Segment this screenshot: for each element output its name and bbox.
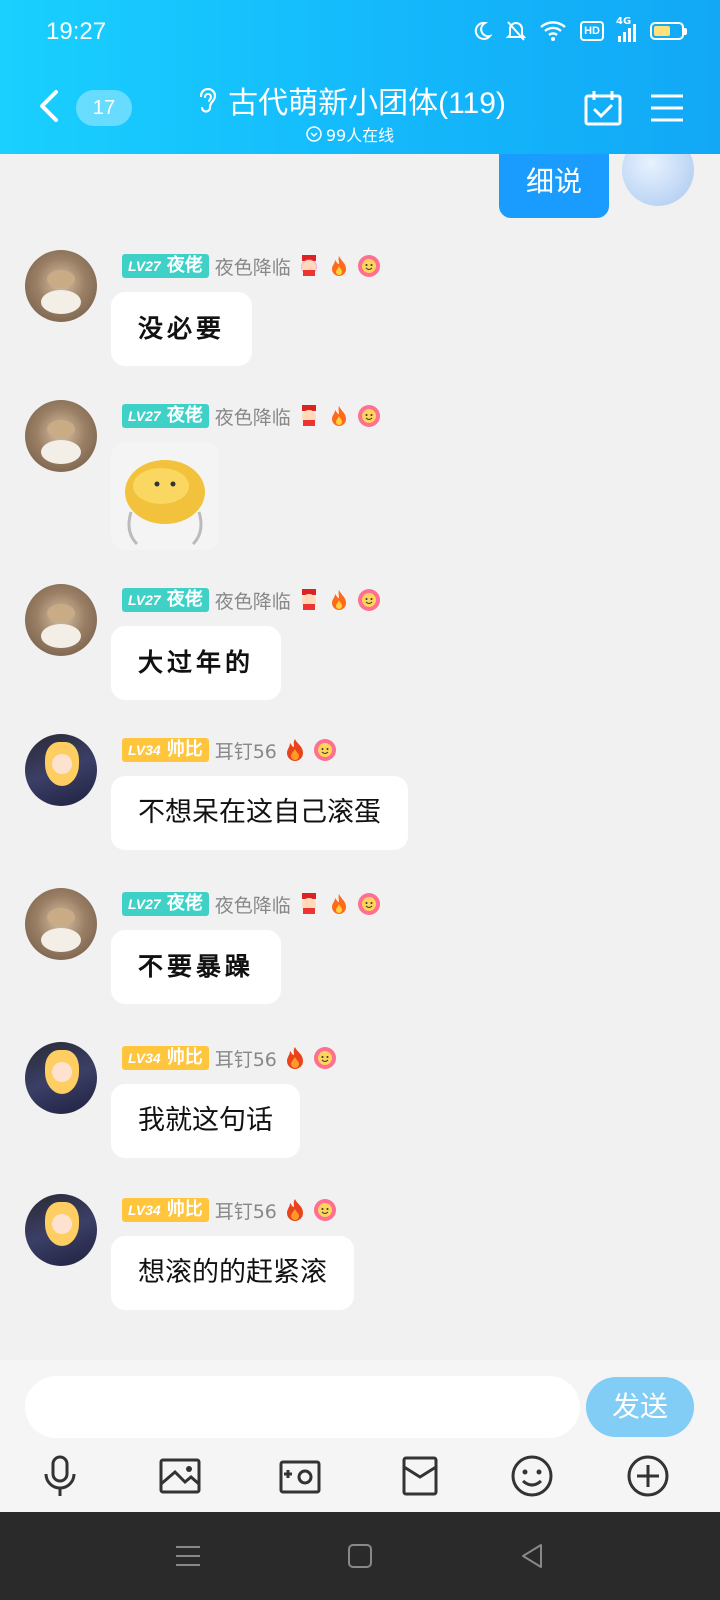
flower-face-icon bbox=[313, 1047, 336, 1069]
fire-icon bbox=[286, 1199, 303, 1221]
microphone-icon[interactable] bbox=[36, 1452, 84, 1500]
my-avatar[interactable] bbox=[622, 154, 694, 206]
message-bubble[interactable]: 不要暴躁 bbox=[111, 930, 282, 1004]
sender-name[interactable]: 夜色降临 bbox=[215, 403, 291, 430]
input-toolbar bbox=[0, 1448, 720, 1512]
avatar[interactable] bbox=[25, 734, 97, 806]
ear-icon[interactable] bbox=[194, 85, 220, 115]
member-badge: LV27 夜佬 bbox=[122, 892, 209, 916]
flower-face-icon bbox=[357, 405, 380, 427]
status-icons: HD 4G bbox=[472, 16, 687, 46]
chat-area[interactable]: 细说 LV27 夜佬 夜色降临 没必要 LV27 夜佬 夜色降临 LV27 夜佬… bbox=[0, 154, 720, 1360]
image-icon[interactable] bbox=[156, 1452, 204, 1500]
message-bubble[interactable]: 不想呆在这自己滚蛋 bbox=[111, 776, 408, 850]
network-type: 4G bbox=[616, 16, 632, 27]
flower-face-icon bbox=[313, 739, 336, 761]
fire-icon bbox=[286, 739, 303, 761]
menu-icon[interactable] bbox=[168, 1536, 208, 1576]
sender-name[interactable]: 耳钉56 bbox=[215, 737, 277, 764]
group-name: 古代萌新小团体(119) bbox=[228, 87, 506, 120]
message-bubble[interactable]: 大过年的 bbox=[111, 626, 282, 700]
sender-name[interactable]: 夜色降临 bbox=[215, 587, 291, 614]
flower-face-icon bbox=[357, 255, 380, 277]
god-of-wealth-icon bbox=[300, 255, 317, 276]
my-message-bubble[interactable]: 细说 bbox=[499, 154, 609, 218]
sticker-image[interactable] bbox=[111, 442, 219, 550]
member-badge: LV27 夜佬 bbox=[122, 588, 209, 612]
god-of-wealth-icon bbox=[301, 589, 316, 610]
member-badge: LV34 帅比 bbox=[122, 1198, 209, 1222]
avatar[interactable] bbox=[25, 888, 97, 960]
calendar-check-icon[interactable] bbox=[584, 90, 622, 126]
sender-name[interactable]: 夜色降临 bbox=[215, 891, 291, 918]
input-bar: 发送 bbox=[0, 1360, 720, 1512]
unread-count-badge[interactable]: 17 bbox=[76, 90, 132, 126]
sender-name[interactable]: 夜色降临 bbox=[215, 253, 291, 280]
member-badge: LV27 夜佬 bbox=[122, 254, 209, 278]
red-packet-icon[interactable] bbox=[396, 1452, 444, 1500]
message-input[interactable] bbox=[25, 1376, 580, 1438]
avatar[interactable] bbox=[25, 1194, 97, 1266]
sender-name[interactable]: 耳钉56 bbox=[215, 1197, 277, 1224]
mute-bell-icon bbox=[506, 21, 527, 41]
system-nav-bar bbox=[0, 1512, 720, 1600]
avatar[interactable] bbox=[25, 584, 97, 656]
message-bubble[interactable]: 没必要 bbox=[111, 292, 253, 366]
hd-icon: HD bbox=[580, 21, 604, 41]
yellow-blob-sticker bbox=[125, 460, 205, 546]
sender-name[interactable]: 耳钉56 bbox=[215, 1045, 277, 1072]
moon-icon bbox=[474, 21, 493, 40]
avatar[interactable] bbox=[25, 1042, 97, 1114]
back-icon[interactable] bbox=[512, 1536, 552, 1576]
group-title[interactable]: 古代萌新小团体(119) 99人在线 bbox=[180, 78, 520, 146]
camera-icon[interactable] bbox=[276, 1452, 324, 1500]
signal-icon: 4G bbox=[616, 16, 636, 42]
flower-face-icon bbox=[357, 589, 380, 611]
fire-icon bbox=[331, 406, 346, 426]
send-button[interactable]: 发送 bbox=[586, 1377, 694, 1437]
fire-icon bbox=[331, 894, 346, 914]
fire-icon bbox=[286, 1047, 303, 1069]
online-chevron-icon bbox=[306, 126, 322, 142]
wifi-icon bbox=[540, 21, 566, 41]
member-badge: LV27 夜佬 bbox=[122, 404, 209, 428]
back-arrow-icon[interactable] bbox=[34, 86, 64, 126]
message-bubble[interactable]: 我就这句话 bbox=[111, 1084, 300, 1158]
battery-icon bbox=[650, 22, 687, 40]
status-time: 19:27 bbox=[46, 18, 107, 45]
fire-icon bbox=[331, 590, 346, 610]
chat-header: 19:27 HD 4G 17 古代萌新小团体(119) 99人在线 bbox=[0, 0, 720, 154]
home-icon[interactable] bbox=[340, 1536, 380, 1576]
online-count: 99人在线 bbox=[325, 126, 395, 145]
emoji-icon[interactable] bbox=[508, 1452, 556, 1500]
avatar[interactable] bbox=[25, 250, 97, 322]
god-of-wealth-icon bbox=[301, 893, 316, 914]
fire-icon bbox=[331, 256, 346, 276]
member-badge: LV34 帅比 bbox=[122, 738, 209, 762]
plus-icon[interactable] bbox=[624, 1452, 672, 1500]
menu-icon[interactable] bbox=[650, 93, 684, 123]
god-of-wealth-icon bbox=[301, 405, 316, 426]
avatar[interactable] bbox=[25, 400, 97, 472]
message-bubble[interactable]: 想滚的的赶紧滚 bbox=[111, 1236, 354, 1310]
member-badge: LV34 帅比 bbox=[122, 1046, 209, 1070]
flower-face-icon bbox=[313, 1199, 336, 1221]
flower-face-icon bbox=[357, 893, 380, 915]
